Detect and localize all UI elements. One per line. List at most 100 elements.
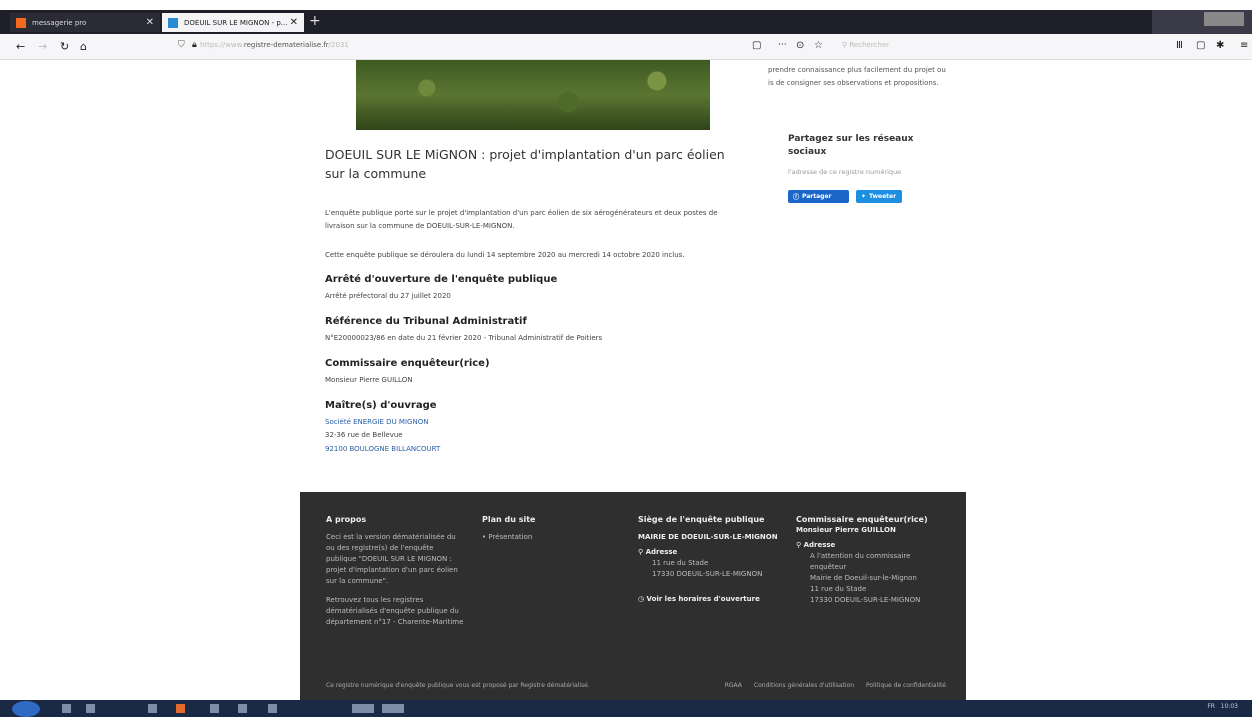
footer-link-cgu[interactable]: Conditions générales d'utilisation [754, 682, 854, 689]
maitre-heading: Maître(s) d'ouvrage [325, 400, 437, 411]
footer-link-privacy[interactable]: Politique de confidentialité [866, 682, 946, 689]
footer-bottom-links: RGAA Conditions générales d'utilisation … [725, 682, 946, 689]
tab-label: DOEUIL SUR LE MIGNON - p... [184, 18, 288, 27]
reload-icon[interactable]: ↻ [60, 40, 69, 53]
footer-bottom-text: Ce registre numérique d'enquête publique… [326, 682, 590, 689]
url-prefix: https://www. [200, 41, 244, 49]
taskbar-time: 10:03 [1220, 703, 1238, 710]
taskbar-app-icon[interactable] [176, 704, 185, 713]
footer-hours-link[interactable]: ◷ Voir les horaires d'ouverture [638, 594, 778, 605]
taskbar-app-icon[interactable] [352, 704, 374, 713]
shield-icon[interactable]: ⛉ [178, 40, 185, 50]
footer-commissaire: Commissaire enquêteur(rice) Monsieur Pie… [796, 514, 946, 606]
forward-icon[interactable]: → [38, 40, 47, 53]
tribunal-value: N°E20000023/86 en date du 21 février 202… [325, 334, 603, 342]
twitter-share-button[interactable]: ✦ Tweeter [856, 190, 902, 203]
footer-link-rgaa[interactable]: RGAA [725, 682, 742, 689]
tab-messagerie[interactable]: messagerie pro ✕ [10, 13, 160, 32]
browser-tab-bar: messagerie pro ✕ DOEUIL SUR LE MIGNON - … [0, 10, 1252, 34]
share-subtitle: l'adresse de ce registre numérique [788, 168, 902, 176]
taskbar-lang: FR [1207, 703, 1215, 710]
sidebar-intro: prendre connaissance plus facilement du … [768, 66, 946, 87]
browser-nav-bar: ← → ↻ ⌂ ⛉ 🔒︎ https://www.registre-demate… [0, 34, 1252, 60]
project-description: L'enquête publique porte sur le projet d… [325, 209, 718, 230]
extension-icon[interactable]: ✱ [1216, 40, 1224, 51]
close-icon[interactable]: ✕ [146, 17, 154, 28]
footer-bottom-bar: Ce registre numérique d'enquête publique… [326, 682, 946, 689]
facebook-share-label: Partager [802, 193, 832, 200]
footer-sitemap-title: Plan du site [482, 515, 536, 524]
bookmark-star-icon[interactable]: ☆ [814, 40, 823, 51]
url-main: registre-dematerialise.fr [243, 41, 329, 49]
pin-icon: ⚲ [796, 541, 802, 549]
footer-comm-address1: A l'attention du commissaire enquêteur [810, 552, 911, 571]
footer-sitemap-item-label: Présentation [488, 533, 533, 541]
footer-sitemap: Plan du site • Présentation [482, 514, 612, 543]
footer-siege-address-label: ⚲ Adresse [638, 547, 778, 558]
taskbar-app-icon[interactable] [148, 704, 157, 713]
pocket-icon[interactable]: ⊙ [796, 40, 804, 51]
footer-about-title: A propos [326, 515, 367, 524]
taskbar-app-icon[interactable] [62, 704, 71, 713]
window-controls[interactable] [1152, 10, 1252, 34]
twitter-icon: ✦ [861, 193, 867, 200]
footer-siege-address2: 17330 DOEUIL-SUR-LE-MIGNON [652, 570, 763, 578]
menu-icon[interactable]: ≡ [1240, 40, 1248, 51]
footer-about-link[interactable]: Retrouvez tous les registres dématériali… [326, 595, 466, 628]
reader-icon[interactable]: ▢ [752, 40, 761, 51]
tribunal-heading: Référence du Tribunal Administratif [325, 316, 527, 327]
footer-about-text: Ceci est la version dématérialisée du ou… [326, 533, 458, 585]
twitter-share-label: Tweeter [869, 193, 897, 200]
windows-taskbar: FR 10:03 [0, 700, 1252, 717]
site-footer: A propos Ceci est la version dématériali… [300, 492, 966, 700]
share-heading: Partagez sur les réseaux sociaux [788, 134, 914, 157]
tab-label: messagerie pro [32, 18, 87, 27]
footer-about: A propos Ceci est la version dématériali… [326, 514, 466, 628]
footer-comm-address4: 17330 DOEUIL-SUR-LE-MIGNON [810, 596, 921, 604]
search-icon: ⚲ [842, 41, 848, 49]
footer-comm-address2: Mairie de Doeuil-sur-le-Mignon [810, 574, 917, 582]
close-icon[interactable]: ✕ [290, 17, 298, 28]
address-bar[interactable]: https://www.registre-dematerialise.fr/20… [200, 41, 349, 49]
commissaire-value: Monsieur Pierre GUILLON [325, 376, 413, 384]
facebook-share-button[interactable]: ⓕ Partager [788, 190, 849, 203]
search-placeholder: Rechercher [849, 41, 890, 49]
commissaire-heading: Commissaire enquêteur(rice) [325, 358, 490, 369]
library-icon[interactable]: Ⅲ [1176, 40, 1183, 51]
home-icon[interactable]: ⌂ [80, 40, 87, 53]
tab-registre[interactable]: DOEUIL SUR LE MIGNON - p... ✕ [162, 13, 304, 32]
new-tab-icon[interactable]: + [309, 13, 321, 29]
url-suffix: /2031 [328, 41, 349, 49]
footer-hours-label: Voir les horaires d'ouverture [646, 595, 760, 603]
footer-comm-address-label: ⚲ Adresse [796, 540, 946, 551]
arrete-value: Arrêté préfectoral du 27 juillet 2020 [325, 292, 451, 300]
taskbar-app-icon[interactable] [86, 704, 95, 713]
back-icon[interactable]: ← [16, 40, 25, 53]
maitre-company-link[interactable]: Société ENERGIE DU MIGNON [325, 418, 428, 426]
footer-comm-title: Commissaire enquêteur(rice) [796, 515, 928, 524]
taskbar-app-icon[interactable] [268, 704, 277, 713]
footer-siege-address-label-text: Adresse [645, 548, 678, 556]
arrete-heading: Arrêté d'ouverture de l'enquête publique [325, 274, 558, 285]
footer-comm-address3: 11 rue du Stade [810, 585, 867, 593]
enquete-dates: Cette enquête publique se déroulera du l… [325, 251, 685, 259]
footer-siege: Siège de l'enquête publique MAIRIE DE DO… [638, 514, 778, 605]
footer-sitemap-item[interactable]: • Présentation [482, 532, 612, 543]
search-box[interactable]: ⚲ Rechercher [842, 41, 889, 49]
page-title: DOEUIL SUR LE MiGNON : projet d'implanta… [325, 147, 725, 181]
hero-image [356, 60, 710, 130]
footer-comm-address-label-text: Adresse [803, 541, 836, 549]
taskbar-app-icon[interactable] [210, 704, 219, 713]
taskbar-clock: FR 10:03 [1207, 703, 1238, 710]
registre-favicon-icon [168, 17, 178, 28]
taskbar-app-icon[interactable] [382, 704, 404, 713]
orange-favicon-icon [16, 17, 26, 28]
sidebar-icon[interactable]: ▢ [1196, 40, 1205, 51]
start-button[interactable] [12, 701, 40, 717]
more-icon[interactable]: ··· [778, 40, 787, 50]
web-page: DOEUIL SUR LE MiGNON : projet d'implanta… [0, 60, 1252, 700]
clock-icon: ◷ [638, 595, 645, 603]
taskbar-app-icon[interactable] [238, 704, 247, 713]
lock-icon: 🔒︎ [192, 40, 197, 50]
facebook-icon: ⓕ [793, 194, 800, 201]
